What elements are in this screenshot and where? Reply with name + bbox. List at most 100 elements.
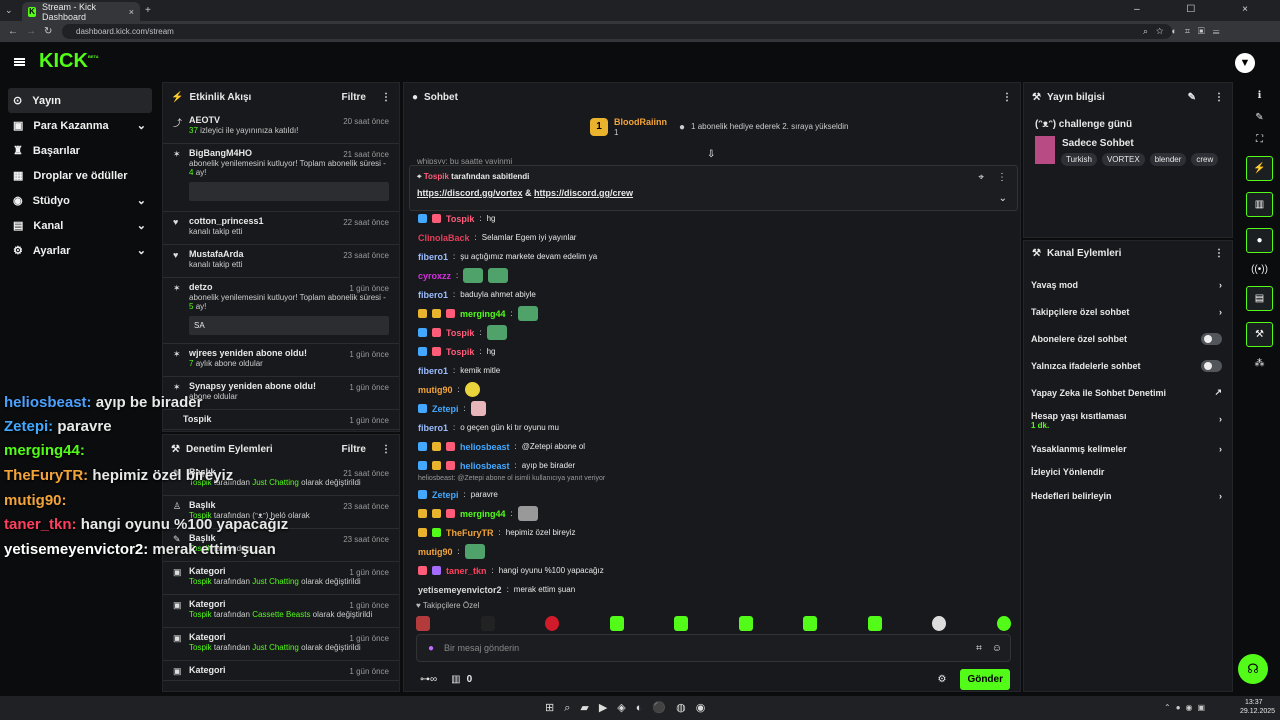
browser-tab[interactable]: K Stream - Kick Dashboard × (22, 2, 140, 22)
nav-item-monetization[interactable]: ▣ Para Kazanma ⌄ (0, 113, 160, 138)
raid-viewers-row[interactable]: İzleyici Yönlendir (1024, 462, 1232, 482)
stream-headline: (ᵔᴥᵔ) challenge günü (1035, 119, 1133, 130)
info-icon[interactable]: ℹ (1246, 90, 1273, 101)
moderation-filter-button[interactable]: Filtre (342, 444, 366, 455)
wrench-icon: ⚒ (1032, 247, 1041, 259)
moderation-toggle-button[interactable]: ▤ (1246, 286, 1273, 311)
emotes-only-chat-row[interactable]: Yalnızca ifadelerle sohbet (1024, 352, 1232, 379)
send-button[interactable]: Gönder (960, 668, 1010, 690)
nav-item-achievements[interactable]: ♜ Başarılar (0, 138, 160, 163)
money-icon: ▣ (13, 120, 24, 132)
activity-filter-button[interactable]: Filtre (342, 92, 366, 103)
nav-item-drops[interactable]: ▦ Droplar ve ödüller (0, 163, 160, 188)
emote-icon[interactable] (867, 616, 882, 631)
nav-item-settings[interactable]: ⚙ Ayarlar ⌄ (0, 238, 160, 263)
subscribers-only-chat-row[interactable]: Abonelere özel sohbet (1024, 325, 1232, 352)
subscribers-only-toggle[interactable] (1201, 332, 1222, 345)
pinned-link-vortex[interactable]: https://discord.gg/vortex (417, 188, 523, 198)
emote-icon (464, 544, 485, 559)
pinned-link-crew[interactable]: https://discord.gg/crew (534, 188, 633, 198)
nav-item-stream[interactable]: ⊙ Yayın (8, 88, 152, 113)
message-input[interactable]: Bir mesaj gönderin (444, 643, 519, 653)
activity-message: SA (189, 315, 389, 335)
translate-icon[interactable]: ⌗ (976, 643, 982, 654)
followers-only-chat-row[interactable]: Takipçilere özel sohbet › (1024, 298, 1232, 325)
chat-toggle-button[interactable]: ● (1246, 228, 1273, 253)
fullscreen-icon[interactable]: ⛶ (1246, 134, 1273, 145)
emote-icon[interactable] (674, 616, 689, 631)
address-bar-row: ← → ↻ dashboard.kick.com/stream ⌕☆◐⌗▣☰ (0, 21, 1280, 42)
more-icon[interactable]: ⋮ (381, 92, 391, 103)
activity-row: ✶ detzo 1 gün önce abonelik yenilemesini ku… (163, 278, 399, 344)
activity-feed-header: ⚡ Etkinlik Akışı Filtre ⋮ (171, 91, 391, 103)
emote-icon[interactable] (609, 616, 624, 631)
more-icon[interactable]: ⋮ (1214, 92, 1224, 103)
emoji-icon[interactable]: ☺ (992, 643, 1002, 654)
star-icon: ✶ (173, 283, 181, 293)
tag[interactable]: crew (1191, 153, 1219, 166)
points-icon[interactable]: ▥ (451, 674, 460, 685)
scroll-down-icon[interactable]: ⇩ (707, 149, 715, 160)
more-icon[interactable]: ⋮ (997, 172, 1007, 183)
tag[interactable]: VORTEX (1101, 153, 1145, 166)
forward-icon[interactable]: → (26, 26, 36, 37)
chevron-down-icon: ⌄ (136, 195, 146, 207)
infinite-icon[interactable]: ⊶∞ (420, 674, 437, 685)
pen-icon[interactable]: ✎ (1246, 112, 1273, 123)
chat-input[interactable]: ● Bir mesaj gönderin ⌗ ☺ (416, 634, 1011, 662)
account-age-row[interactable]: Hesap yaşı kısıtlaması 1 dk. › (1024, 406, 1232, 435)
emote-icon[interactable] (932, 616, 947, 631)
more-icon[interactable]: ⋮ (1002, 92, 1012, 103)
new-tab-icon[interactable]: + (145, 5, 151, 16)
extensions-icons[interactable]: ⌕☆◐⌗▣☰ (1143, 26, 1228, 37)
channel-actions-header: ⚒ Kanal Eylemleri ⋮ (1032, 247, 1224, 259)
set-goals-row[interactable]: Hedefleri belirleyin › (1024, 482, 1232, 509)
settings-icon[interactable]: ⚙ (937, 674, 946, 685)
url-field[interactable]: dashboard.kick.com/stream (62, 24, 1172, 39)
close-tab-icon[interactable]: × (129, 7, 134, 17)
emote-icon[interactable] (416, 616, 430, 631)
banned-words-row[interactable]: Yasaklanmış kelimeler › (1024, 435, 1232, 462)
emote-icon (486, 325, 507, 340)
expand-icon[interactable]: ⌄ (999, 193, 1007, 204)
edit-icon[interactable]: ✎ (1188, 92, 1196, 103)
channel-icon: ▤ (13, 220, 24, 232)
emote-icon (470, 401, 486, 416)
unpin-icon[interactable]: ⌖ (978, 172, 984, 183)
back-icon[interactable]: ← (8, 26, 18, 37)
ai-moderation-row[interactable]: Yapay Zeka ile Sohbet Denetimi ↗ (1024, 379, 1232, 406)
emote-icon[interactable] (545, 616, 560, 631)
emote-icon[interactable] (996, 616, 1011, 631)
profile-avatar[interactable]: ▼ (1235, 53, 1255, 73)
kick-logo[interactable]: KICK (39, 50, 88, 73)
emotes-only-toggle[interactable] (1201, 359, 1222, 372)
nav-item-channel[interactable]: ▤ Kanal ⌄ (0, 213, 160, 238)
overlay-chat-line: Zetepi: paravre (4, 418, 112, 435)
system-tray-icons[interactable]: ⌃●◉▣ (1164, 703, 1210, 712)
activity-toggle-button[interactable]: ⚡ (1246, 156, 1273, 181)
broadcast-icon[interactable]: ((•)) (1246, 264, 1273, 275)
window-controls[interactable]: – ☐ × (1134, 4, 1270, 15)
slow-mode-row[interactable]: Yavaş mod › (1024, 271, 1232, 298)
tab-menu-icon[interactable]: ⌄ (5, 5, 13, 16)
wrench-toggle-button[interactable]: ⚒ (1246, 322, 1273, 347)
tag[interactable]: Turkish (1061, 153, 1097, 166)
emote-icon[interactable] (480, 616, 495, 631)
star-icon: ✶ (173, 382, 181, 392)
nav-item-studio[interactable]: ◉ Stüdyo ⌄ (0, 188, 160, 213)
support-button[interactable]: ☊ (1238, 654, 1268, 684)
notes-toggle-button[interactable]: ▥ (1246, 192, 1273, 217)
more-icon[interactable]: ⋮ (381, 444, 391, 455)
kick-favicon-icon: K (28, 6, 37, 17)
taskbar-apps[interactable]: ⊞⌕▰▶◈◐⚫◍◉ (545, 701, 715, 715)
kick-header (0, 42, 1280, 82)
more-actions-icon[interactable]: ⁂ (1246, 358, 1273, 369)
emote-picker[interactable] (416, 616, 1011, 631)
microphone-icon[interactable]: ● (428, 643, 434, 654)
emote-icon[interactable] (738, 616, 753, 631)
emote-icon[interactable] (803, 616, 818, 631)
more-icon[interactable]: ⋮ (1214, 248, 1224, 259)
channel-actions-panel: ⚒ Kanal Eylemleri ⋮ Yavaş mod › Takipçilere… (1023, 240, 1233, 692)
reload-icon[interactable]: ↻ (44, 26, 52, 37)
tag[interactable]: blender (1149, 153, 1187, 166)
